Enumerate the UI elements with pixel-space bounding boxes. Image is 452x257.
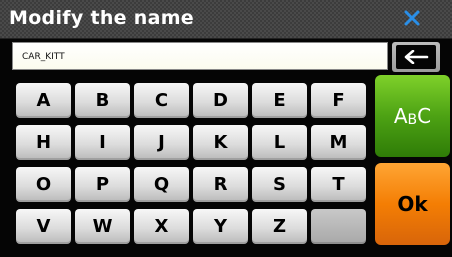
key-k[interactable]: K [193, 125, 248, 160]
key-blank[interactable] [311, 209, 366, 244]
key-v[interactable]: V [16, 209, 71, 244]
rename-dialog: Modify the name CAR_KITT A B C D E F H I… [0, 0, 452, 257]
key-y[interactable]: Y [193, 209, 248, 244]
key-p[interactable]: P [75, 167, 130, 202]
backspace-button[interactable] [392, 42, 440, 72]
case-toggle-label-b: B [407, 112, 418, 128]
key-s[interactable]: S [252, 167, 307, 202]
key-t[interactable]: T [311, 167, 366, 202]
key-m[interactable]: M [311, 125, 366, 160]
case-toggle-label-a: A [393, 104, 408, 128]
dialog-title: Modify the name [9, 7, 194, 29]
case-toggle-button[interactable]: ABC [375, 75, 450, 157]
key-h[interactable]: H [16, 125, 71, 160]
key-c[interactable]: C [134, 83, 189, 118]
key-a[interactable]: A [16, 83, 71, 118]
key-d[interactable]: D [193, 83, 248, 118]
key-i[interactable]: I [75, 125, 130, 160]
key-o[interactable]: O [16, 167, 71, 202]
key-e[interactable]: E [252, 83, 307, 118]
key-j[interactable]: J [134, 125, 189, 160]
title-bar: Modify the name [0, 0, 452, 39]
case-toggle-label-c: C [417, 104, 432, 128]
key-b[interactable]: B [75, 83, 130, 118]
key-q[interactable]: Q [134, 167, 189, 202]
backspace-arrow-icon [404, 50, 429, 64]
key-f[interactable]: F [311, 83, 366, 118]
ok-button[interactable]: Ok [375, 163, 450, 245]
key-w[interactable]: W [75, 209, 130, 244]
key-r[interactable]: R [193, 167, 248, 202]
close-x-icon [404, 10, 420, 26]
key-l[interactable]: L [252, 125, 307, 160]
key-x[interactable]: X [134, 209, 189, 244]
key-z[interactable]: Z [252, 209, 307, 244]
name-input[interactable]: CAR_KITT [12, 42, 388, 70]
close-button[interactable] [400, 6, 424, 30]
